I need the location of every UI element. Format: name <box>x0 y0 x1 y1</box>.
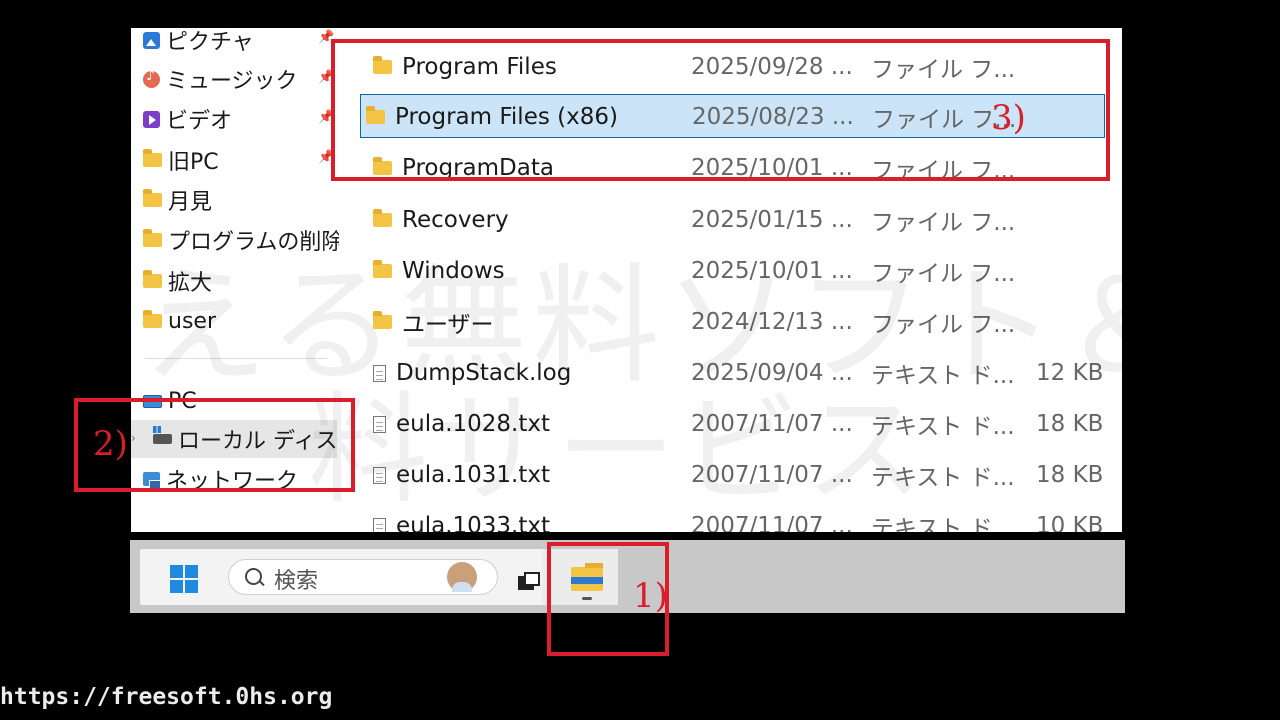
file-row[interactable]: eula.1028.txt 2007/11/07 ... テキスト ド... 1… <box>353 402 1104 446</box>
start-button-windows-icon[interactable] <box>170 565 198 593</box>
folder-icon <box>143 149 162 167</box>
file-row[interactable]: DumpStack.log 2025/09/04 ... テキスト ド... 1… <box>353 351 1104 395</box>
file-row[interactable]: eula.1031.txt 2007/11/07 ... テキスト ド... 1… <box>353 453 1104 497</box>
file-name-cell: eula.1031.txt <box>373 453 550 497</box>
task-view-icon[interactable] <box>518 572 540 590</box>
nav-item-uninstall-programs[interactable]: プログラムの削除 <box>143 221 343 259</box>
folder-icon <box>373 260 392 278</box>
file-date: 2025/09/04 ... <box>691 360 853 386</box>
document-icon <box>373 415 386 433</box>
site-url: https://freesoft.0hs.org <box>0 684 333 710</box>
document-icon <box>373 517 386 532</box>
nav-item-zoom[interactable]: 拡大 <box>143 262 212 300</box>
search-placeholder: 検索 <box>274 569 319 594</box>
nav-item-label: 拡大 <box>168 271 213 296</box>
file-row[interactable]: ユーザー 2024/12/13 ... ファイル フ... <box>353 300 1104 344</box>
file-type: ファイル フ... <box>871 210 1016 236</box>
nav-item-label: ミュージック <box>166 69 298 94</box>
file-type: テキスト ド... <box>871 414 1015 440</box>
document-icon <box>373 466 386 484</box>
file-size: 10 KB <box>1036 513 1104 532</box>
file-date: 2007/11/07 ... <box>691 462 853 488</box>
file-name: eula.1031.txt <box>396 462 551 488</box>
taskbar-search-box[interactable]: 検索 <box>228 559 498 595</box>
nav-item-label: 月見 <box>168 190 213 215</box>
file-type: テキスト ド... <box>871 516 1015 532</box>
file-type: ファイル フ... <box>871 261 1016 287</box>
file-name: eula.1028.txt <box>396 411 551 437</box>
folder-icon <box>143 229 162 247</box>
nav-item-label: プログラムの削除 <box>168 230 344 255</box>
file-date: 2025/10/01 ... <box>691 258 853 284</box>
folder-icon <box>143 189 162 207</box>
file-row[interactable]: Recovery 2025/01/15 ... ファイル フ... <box>353 198 1104 242</box>
file-name: ユーザー <box>402 312 494 338</box>
file-name: Windows <box>402 258 505 284</box>
file-name-cell: eula.1033.txt <box>373 504 550 532</box>
nav-item-label: 旧PC <box>168 150 219 175</box>
callout-label-1: 1) <box>633 576 668 616</box>
file-name: Recovery <box>402 207 509 233</box>
file-type: テキスト ド... <box>871 465 1015 491</box>
folder-icon <box>143 310 162 328</box>
callout-label-2: 2) <box>93 424 128 464</box>
videos-icon <box>143 110 160 128</box>
nav-item-videos[interactable]: ビデオ <box>143 100 232 138</box>
file-date: 2025/01/15 ... <box>691 207 853 233</box>
file-row[interactable]: eula.1033.txt 2007/11/07 ... テキスト ド... 1… <box>353 504 1104 532</box>
file-type: テキスト ド... <box>871 363 1015 389</box>
file-date: 2007/11/07 ... <box>691 513 853 532</box>
file-name-cell: Windows <box>373 249 505 293</box>
file-row[interactable]: Windows 2025/10/01 ... ファイル フ... <box>353 249 1104 293</box>
nav-item-label: ピクチャ <box>166 30 254 55</box>
nav-divider <box>145 358 327 359</box>
folder-icon <box>143 270 162 288</box>
file-size: 18 KB <box>1036 411 1104 437</box>
file-size: 18 KB <box>1036 462 1104 488</box>
folder-icon <box>373 311 392 329</box>
nav-item-label: user <box>168 308 216 334</box>
music-icon <box>143 68 160 88</box>
file-date: 2024/12/13 ... <box>691 309 853 335</box>
pictures-icon <box>143 31 160 49</box>
file-type: ファイル フ... <box>871 312 1016 338</box>
file-date: 2007/11/07 ... <box>691 411 853 437</box>
file-name: DumpStack.log <box>396 360 572 386</box>
search-highlight-icon <box>447 562 477 592</box>
file-name: eula.1033.txt <box>396 513 551 532</box>
nav-item-pictures[interactable]: ピクチャ <box>143 28 254 59</box>
nav-item-old-pc[interactable]: 旧PC <box>143 141 219 179</box>
nav-item-label: ビデオ <box>166 109 233 134</box>
search-icon <box>245 568 262 585</box>
file-size: 12 KB <box>1036 360 1104 386</box>
callout-label-3: 3) <box>991 98 1026 138</box>
nav-item-music[interactable]: ミュージック <box>143 60 298 98</box>
file-name-cell: DumpStack.log <box>373 351 571 395</box>
document-icon <box>373 364 386 382</box>
file-name-cell: ユーザー <box>373 300 494 344</box>
nav-item-tsukimi[interactable]: 月見 <box>143 181 212 219</box>
folder-icon <box>373 209 392 227</box>
nav-item-user[interactable]: user <box>143 302 216 340</box>
file-name-cell: eula.1028.txt <box>373 402 550 446</box>
file-name-cell: Recovery <box>373 198 509 242</box>
